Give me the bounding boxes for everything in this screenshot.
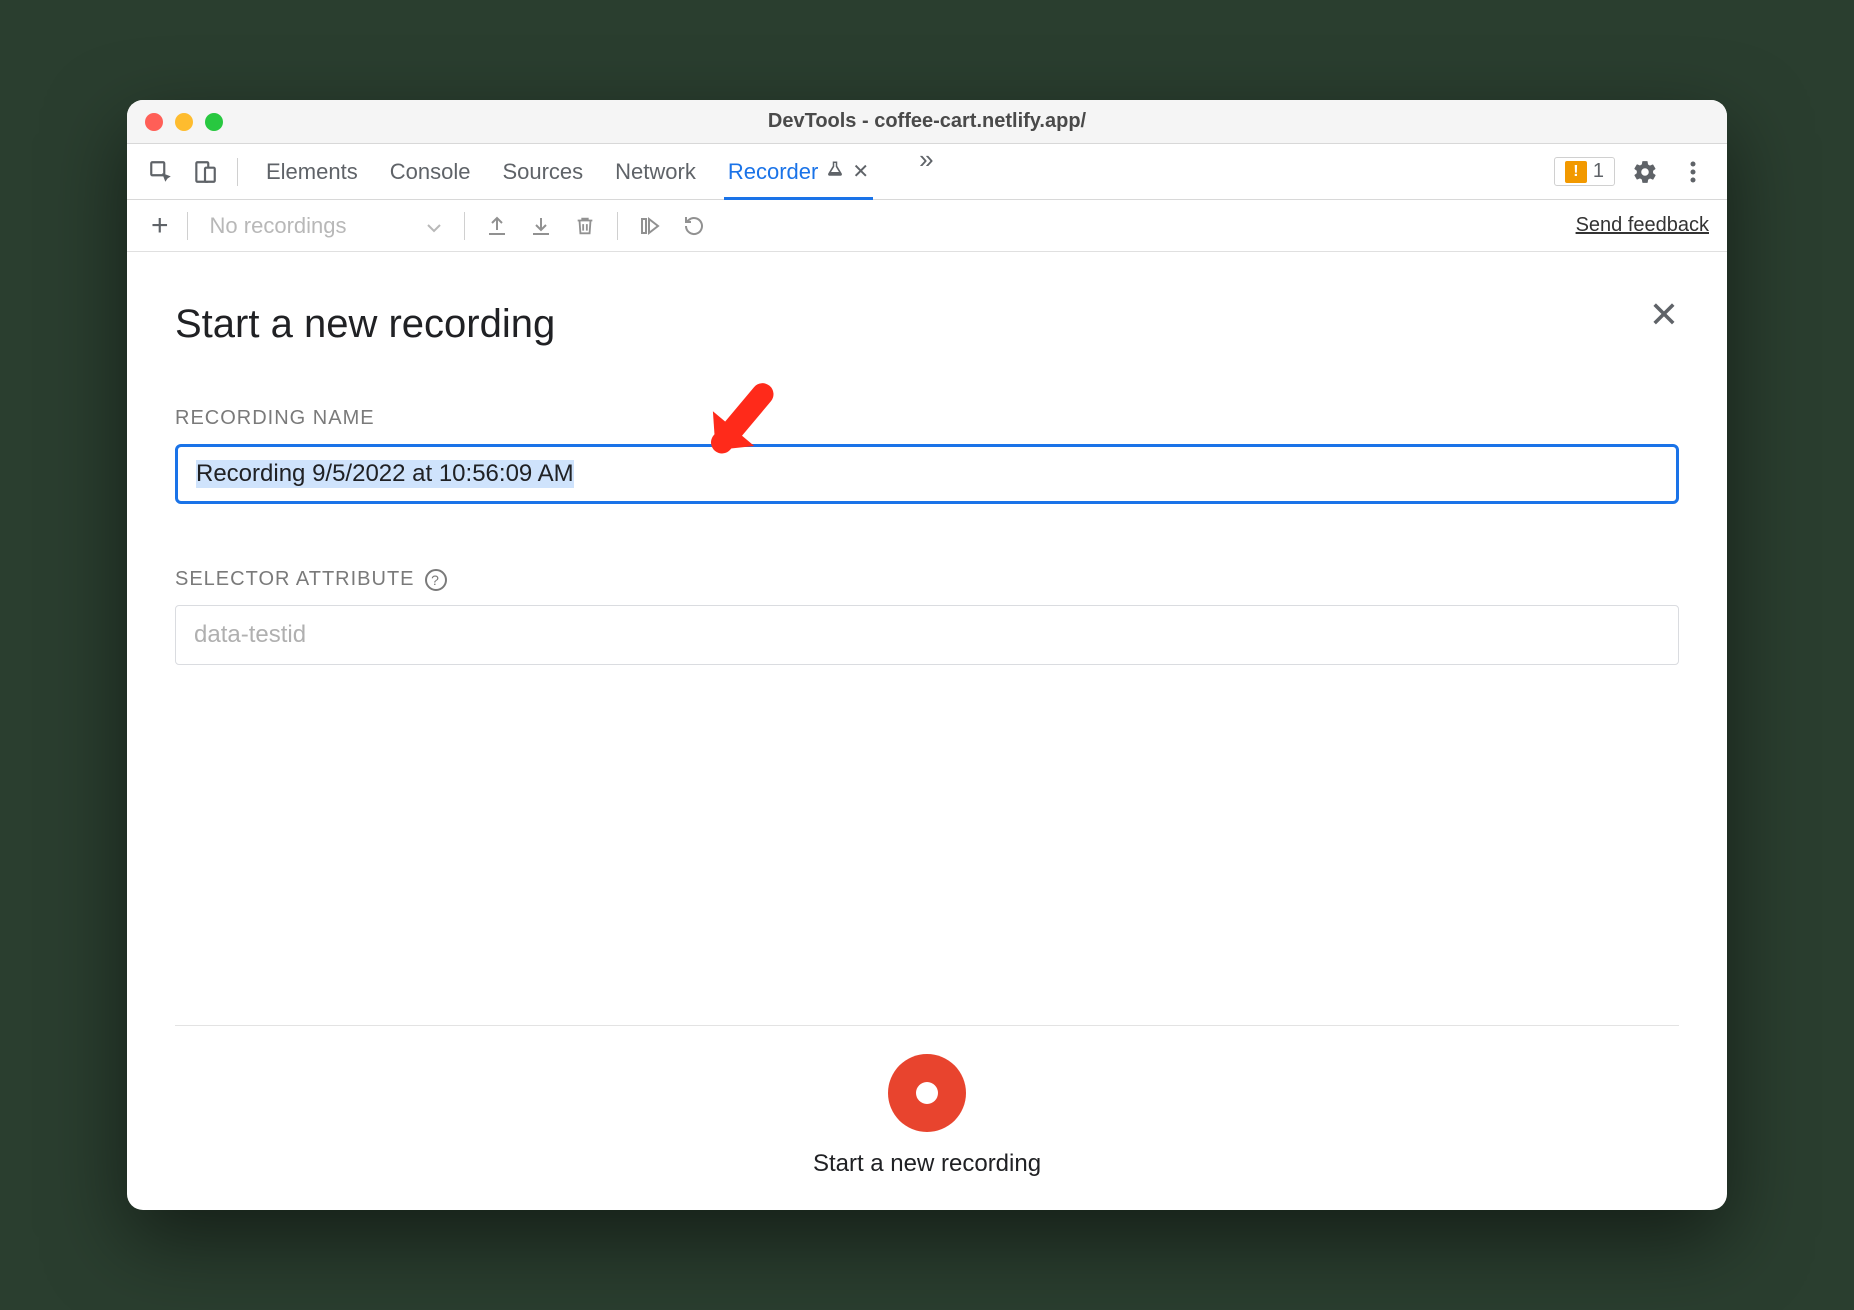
issues-count: 1 [1593, 160, 1604, 183]
selector-attribute-input[interactable] [175, 605, 1679, 665]
send-feedback-link[interactable]: Send feedback [1576, 214, 1709, 237]
replay-settings-icon[interactable] [674, 214, 714, 238]
more-menu-icon[interactable] [1675, 154, 1711, 190]
inspect-element-icon[interactable] [143, 154, 179, 190]
divider [237, 158, 238, 186]
divider [187, 212, 188, 240]
panel-title: Start a new recording [175, 302, 1679, 347]
window-title: DevTools - coffee-cart.netlify.app/ [127, 110, 1727, 133]
help-icon[interactable]: ? [425, 569, 447, 591]
selector-attribute-label-text: SELECTOR ATTRIBUTE [175, 568, 415, 591]
tab-recorder[interactable]: Recorder ✕ [728, 144, 869, 199]
selector-attribute-field: SELECTOR ATTRIBUTE ? [175, 568, 1679, 665]
traffic-lights [127, 113, 223, 131]
tab-network[interactable]: Network [615, 144, 696, 199]
new-recording-panel: ✕ Start a new recording RECORDING NAME S… [127, 252, 1727, 1210]
delete-icon[interactable] [565, 214, 605, 238]
recordings-select-label: No recordings [210, 213, 347, 239]
tab-elements[interactable]: Elements [266, 144, 358, 199]
export-icon[interactable] [477, 214, 517, 238]
recording-name-field: RECORDING NAME [175, 407, 1679, 504]
recorder-toolbar: + No recordings Send feedback [127, 200, 1727, 252]
selector-attribute-label: SELECTOR ATTRIBUTE ? [175, 568, 1679, 591]
warning-icon: ! [1565, 161, 1587, 183]
panel-footer: Start a new recording [175, 1025, 1679, 1210]
maximize-window-button[interactable] [205, 113, 223, 131]
replay-icon[interactable] [630, 214, 670, 238]
add-recording-button[interactable]: + [145, 209, 175, 243]
tabs: Elements Console Sources Network Recorde… [266, 144, 934, 199]
close-window-button[interactable] [145, 113, 163, 131]
chevron-down-icon [426, 213, 442, 239]
tabstrip: Elements Console Sources Network Recorde… [127, 144, 1727, 200]
import-icon[interactable] [521, 214, 561, 238]
start-recording-label: Start a new recording [813, 1150, 1041, 1178]
tab-recorder-label: Recorder [728, 159, 818, 185]
settings-icon[interactable] [1627, 154, 1663, 190]
tab-console[interactable]: Console [390, 144, 471, 199]
devtools-window: DevTools - coffee-cart.netlify.app/ Elem… [127, 100, 1727, 1210]
divider [617, 212, 618, 240]
start-recording-button[interactable] [888, 1054, 966, 1132]
minimize-window-button[interactable] [175, 113, 193, 131]
divider [464, 212, 465, 240]
record-icon [916, 1082, 938, 1104]
tab-sources[interactable]: Sources [502, 144, 583, 199]
recordings-select[interactable]: No recordings [200, 213, 453, 239]
issues-badge[interactable]: ! 1 [1554, 157, 1615, 186]
titlebar: DevTools - coffee-cart.netlify.app/ [127, 100, 1727, 144]
device-toolbar-icon[interactable] [187, 154, 223, 190]
flask-icon [826, 159, 844, 185]
recording-name-input[interactable] [175, 444, 1679, 504]
more-tabs-icon[interactable]: » [919, 144, 933, 199]
recording-name-label: RECORDING NAME [175, 407, 1679, 430]
close-tab-icon[interactable]: ✕ [852, 159, 869, 184]
close-panel-icon[interactable]: ✕ [1649, 294, 1679, 336]
